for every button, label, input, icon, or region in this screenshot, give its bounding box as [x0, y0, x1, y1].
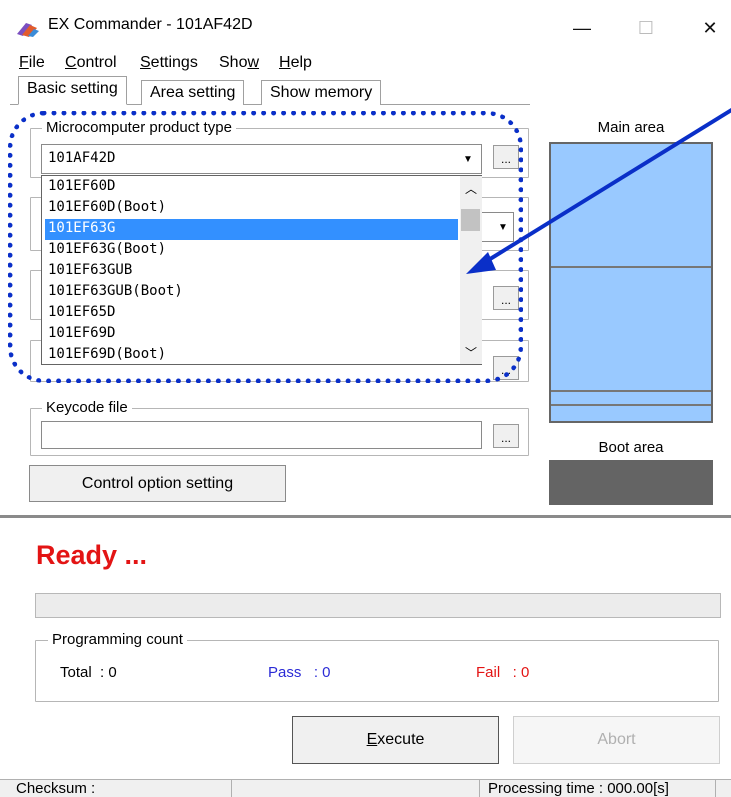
- progress-bar: [35, 593, 721, 618]
- keycode-browse-button[interactable]: ...: [493, 424, 519, 448]
- keycode-file-input[interactable]: [41, 421, 482, 449]
- execute-label: Execute: [366, 731, 425, 748]
- fail-count: Fail : 0: [476, 664, 530, 681]
- checksum-status: Checksum :: [10, 780, 232, 797]
- programming-count-label: Programming count: [48, 631, 187, 648]
- pass-count: Pass : 0: [268, 664, 331, 681]
- menu-settings[interactable]: Settings: [140, 54, 198, 72]
- close-button[interactable]: ✕: [690, 12, 730, 44]
- main-area-divider: [551, 390, 711, 392]
- main-area-label: Main area: [597, 119, 665, 136]
- main-area-divider: [551, 266, 711, 268]
- minimize-button[interactable]: —: [562, 12, 602, 44]
- ready-status: Ready ...: [36, 540, 148, 570]
- programming-count-group: [35, 640, 719, 702]
- menu-show[interactable]: Show: [219, 54, 259, 72]
- keycode-file-label: Keycode file: [42, 399, 132, 416]
- status-cell-empty: [232, 780, 480, 797]
- tab-show-memory[interactable]: Show memory: [261, 80, 382, 105]
- main-area-map: [549, 142, 713, 423]
- tab-basic-setting[interactable]: Basic setting: [18, 76, 127, 105]
- processing-time-status: Processing time : 000.00[s]: [480, 780, 716, 797]
- window-title: EX Commander - 101AF42D: [48, 16, 253, 33]
- menu-help[interactable]: Help: [279, 54, 312, 72]
- app-icon: [17, 23, 39, 37]
- menu-file[interactable]: File: [19, 54, 45, 72]
- tab-area-setting[interactable]: Area setting: [141, 80, 245, 105]
- control-option-setting-button[interactable]: Control option setting: [29, 465, 286, 502]
- highlight-outline: [8, 111, 523, 383]
- abort-button[interactable]: Abort: [513, 716, 720, 764]
- maximize-button[interactable]: ☐: [626, 12, 666, 44]
- total-count: Total : 0: [60, 664, 117, 681]
- boot-area-map: [549, 460, 713, 505]
- execute-button[interactable]: Execute: [292, 716, 499, 764]
- boot-area-label: Boot area: [598, 439, 664, 456]
- main-area-divider: [551, 404, 711, 406]
- menu-control[interactable]: Control: [65, 54, 117, 72]
